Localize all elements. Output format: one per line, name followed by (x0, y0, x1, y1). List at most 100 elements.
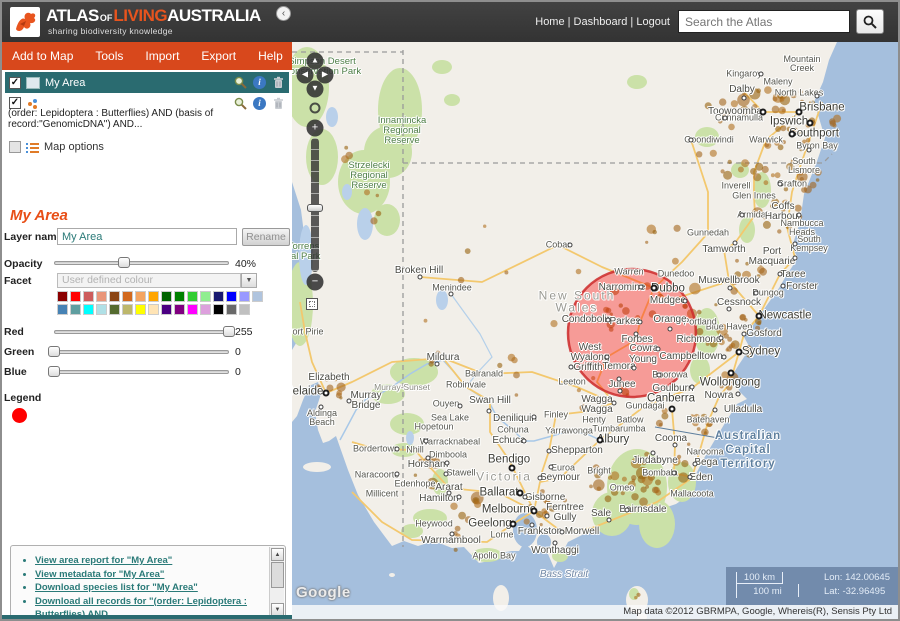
blue-slider[interactable] (54, 370, 229, 374)
scrollbar-thumb[interactable] (271, 562, 284, 588)
colour-swatch[interactable] (148, 304, 159, 315)
colour-swatch[interactable] (70, 291, 81, 302)
colour-swatch[interactable] (213, 304, 224, 315)
header-nav-links[interactable]: Home | Dashboard | Logout (535, 16, 670, 28)
colour-swatch[interactable] (83, 304, 94, 315)
act-leader-line (655, 427, 724, 439)
colour-swatch[interactable] (135, 304, 146, 315)
facet-dropdown-arrow-icon[interactable]: ▼ (241, 273, 257, 288)
red-slider-thumb[interactable] (223, 326, 235, 337)
scale-mi-label: 100 mi (737, 584, 799, 597)
colour-swatch[interactable] (187, 304, 198, 315)
menu-tools[interactable]: Tools (95, 49, 123, 63)
ala-logo[interactable] (10, 7, 40, 37)
colour-swatch[interactable] (57, 291, 68, 302)
colour-swatch[interactable] (252, 291, 263, 302)
colour-swatch[interactable] (226, 304, 237, 315)
query-layer-label[interactable]: (order: Lepidoptera : Butterflies) AND (… (8, 108, 270, 130)
header: ATLASOFLIVINGAUSTRALIA sharing biodivers… (2, 2, 898, 42)
map-base-graphics (292, 42, 898, 619)
ala-bird-icon (10, 7, 40, 37)
scroll-up-icon[interactable]: ▲ (271, 548, 284, 561)
site-tagline: sharing biodiversity knowledge (48, 26, 173, 36)
cursor-coordinates: Lon: 142.00645 Lat: -32.96495 (824, 571, 890, 599)
my-area-circle[interactable] (568, 269, 696, 397)
facet-select[interactable]: User defined colour (57, 273, 241, 288)
colour-swatch[interactable] (174, 291, 185, 302)
green-value: 0 (235, 346, 241, 358)
main-menu: Add to Map Tools Import Export Help (2, 42, 292, 70)
pan-down-icon[interactable]: ▼ (307, 81, 324, 98)
search-icon (863, 15, 877, 29)
map-options-checkbox[interactable] (9, 141, 21, 153)
search-button[interactable] (856, 9, 884, 34)
menu-import[interactable]: Import (145, 49, 179, 63)
link-species-list[interactable]: Download species list for "My Area" (35, 581, 263, 595)
google-logo[interactable]: Google (296, 584, 351, 601)
green-slider-thumb[interactable] (48, 346, 60, 357)
map-canvas[interactable]: BrisbaneToowoombaIpswichSouthportDalbyKi… (292, 42, 898, 619)
map-options-icon (26, 142, 39, 153)
menu-export[interactable]: Export (201, 49, 236, 63)
search-input[interactable] (678, 10, 850, 33)
facet-label: Facet (4, 275, 31, 287)
green-slider[interactable] (54, 350, 229, 354)
layer-name-input[interactable] (57, 228, 237, 245)
sidebar-collapse-button[interactable]: ‹ (276, 6, 291, 21)
colour-swatch[interactable] (122, 304, 133, 315)
sidebar-footer-bar (2, 615, 292, 619)
scale-km-label: 100 km (737, 572, 783, 584)
rename-button[interactable]: Rename (242, 228, 290, 246)
red-slider[interactable] (54, 330, 229, 334)
zoom-slider-thumb[interactable] (307, 204, 323, 212)
colour-swatch[interactable] (70, 304, 81, 315)
colour-swatch[interactable] (213, 291, 224, 302)
colour-swatch[interactable] (200, 304, 211, 315)
zoom-to-layer-icon[interactable] (234, 76, 247, 89)
reset-view-icon[interactable] (310, 103, 321, 114)
site-title: ATLASOFLIVINGAUSTRALIA (46, 6, 261, 26)
western-port (537, 534, 551, 550)
map-options-label: Map options (44, 141, 104, 153)
blue-value: 0 (235, 366, 241, 378)
zoom-in-icon[interactable]: + (307, 120, 324, 137)
zoom-out-icon[interactable]: − (307, 274, 324, 291)
blue-slider-thumb[interactable] (48, 366, 60, 377)
colour-swatch[interactable] (148, 291, 159, 302)
colour-swatch[interactable] (96, 304, 107, 315)
colour-swatch[interactable] (109, 304, 120, 315)
colour-swatch[interactable] (187, 291, 198, 302)
colour-swatch[interactable] (239, 304, 250, 315)
map-attribution: Map data ©2012 GBRMPA, Google, Whereis(R… (292, 605, 898, 619)
colour-swatch[interactable] (83, 291, 94, 302)
links-scrollbar[interactable]: ▲ ▼ (269, 547, 284, 617)
delete-layer-icon[interactable] (272, 76, 285, 89)
opacity-slider[interactable] (54, 261, 229, 265)
colour-swatch[interactable] (161, 304, 172, 315)
menu-add-to-map[interactable]: Add to Map (12, 49, 73, 63)
colour-swatch[interactable] (174, 304, 185, 315)
overview-map-icon[interactable] (306, 298, 318, 310)
colour-swatch[interactable] (109, 291, 120, 302)
delete-query-icon[interactable] (272, 97, 285, 110)
colour-swatch[interactable] (57, 304, 68, 315)
colour-swatch[interactable] (239, 291, 250, 302)
menu-help[interactable]: Help (258, 49, 283, 63)
colour-swatch[interactable] (161, 291, 172, 302)
polygon-layer-icon (26, 77, 40, 89)
link-metadata[interactable]: View metadata for "My Area" (35, 568, 263, 582)
blue-label: Blue (4, 366, 27, 378)
colour-swatch[interactable] (96, 291, 107, 302)
layer-visibility-checkbox[interactable]: ✓ (9, 77, 21, 89)
opacity-slider-thumb[interactable] (118, 257, 130, 268)
colour-swatch[interactable] (200, 291, 211, 302)
map-options-row[interactable]: Map options (5, 138, 289, 156)
layer-row-my-area[interactable]: ✓ My Area i (5, 72, 289, 93)
colour-swatch[interactable] (122, 291, 133, 302)
link-area-report[interactable]: View area report for "My Area" (35, 554, 263, 568)
colour-swatch[interactable] (226, 291, 237, 302)
ala-spatial-portal: ATLASOFLIVINGAUSTRALIA sharing biodivers… (0, 0, 900, 621)
colour-swatch[interactable] (135, 291, 146, 302)
opacity-value: 40% (235, 258, 256, 270)
layer-info-icon[interactable]: i (253, 76, 266, 89)
